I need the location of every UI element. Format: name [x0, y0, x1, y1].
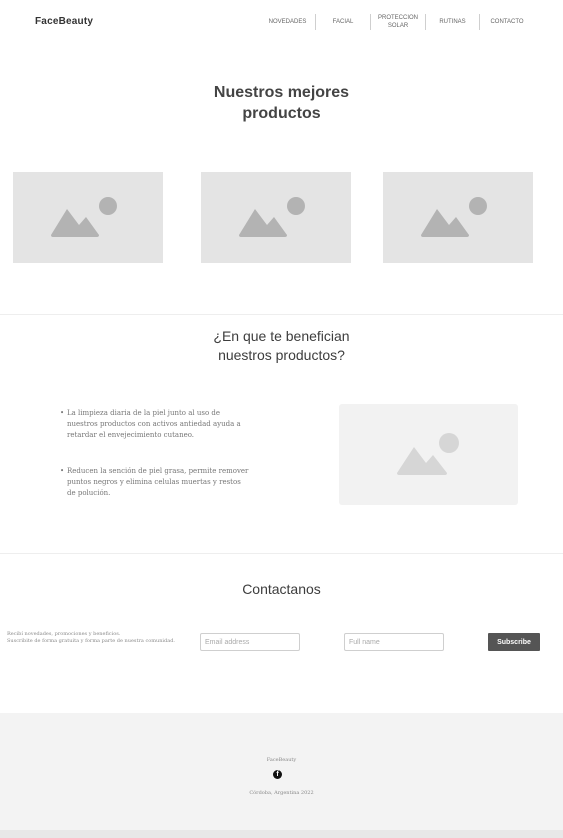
footer-brand: FaceBeauty — [266, 757, 297, 763]
nav-item-label: SOLAR — [387, 23, 409, 29]
main-nav: NOVEDADES FACIAL PROTECCION SOLAR RUTINA… — [260, 12, 535, 32]
bottom-bar — [0, 830, 563, 838]
nav-item-novedades[interactable]: NOVEDADES — [260, 12, 315, 32]
image-placeholder-icon — [51, 196, 117, 237]
bullet: • — [60, 467, 65, 475]
benefits-title-line: nuestros productos? — [218, 347, 345, 363]
nav-item-label: PROTECCION — [377, 15, 418, 21]
nav-item-contacto[interactable]: CONTACTO — [480, 12, 534, 32]
products-title-line: Nuestros mejores — [213, 84, 350, 101]
image-placeholder-icon — [396, 432, 459, 475]
nav-item-proteccion-solar[interactable]: PROTECCION SOLAR — [371, 12, 425, 32]
benefits-title: ¿En que te benefician nuestros productos… — [0, 327, 563, 365]
full-name-field[interactable]: Full name — [344, 633, 444, 651]
footer-location: Córdoba, Argentina 2022 — [249, 790, 314, 796]
benefit-item: • Reducen la sención de piel grasa, perm… — [60, 466, 250, 499]
image-placeholder-icon — [421, 196, 487, 237]
contact-title: Contactanos — [242, 581, 321, 597]
brand-logo[interactable]: FaceBeauty — [35, 16, 93, 27]
image-placeholder-icon — [239, 196, 305, 237]
bullet: • — [60, 409, 65, 417]
section-divider — [0, 314, 563, 315]
nav-item-facial[interactable]: FACIAL — [316, 12, 370, 32]
contact-description-line: Suscribite de forma gratuita y forma par… — [7, 638, 176, 644]
benefits-title-line: ¿En que te benefician — [213, 328, 350, 344]
products-title: Nuestros mejores productos — [0, 82, 563, 124]
contact-description-line: Recibí novedades, promociones y benefici… — [7, 631, 121, 637]
benefit-text: Reducen la sención de piel grasa, permit… — [67, 467, 249, 497]
product-image[interactable] — [201, 172, 351, 263]
product-image[interactable] — [383, 172, 533, 263]
contact-description: Recibí novedades, promociones y benefici… — [7, 631, 197, 645]
benefits-image — [339, 404, 518, 505]
facebook-icon[interactable]: f — [273, 770, 282, 779]
section-divider — [0, 553, 563, 554]
benefit-text: La limpieza diaria de la piel junto al u… — [67, 409, 241, 439]
benefit-item: • La limpieza diaria de la piel junto al… — [60, 408, 250, 441]
nav-item-rutinas[interactable]: RUTINAS — [426, 12, 479, 32]
product-image[interactable] — [13, 172, 163, 263]
subscribe-button[interactable]: Subscribe — [488, 633, 540, 651]
email-field[interactable]: Email address — [200, 633, 300, 651]
products-title-line: productos — [242, 105, 321, 122]
